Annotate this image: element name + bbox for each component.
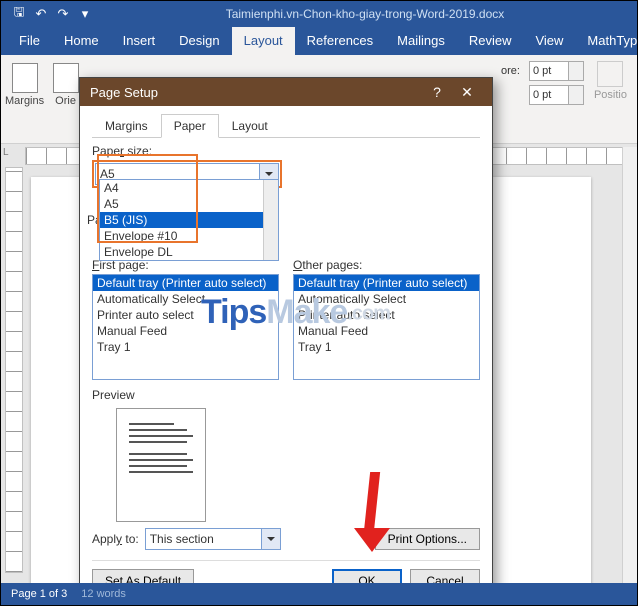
tab-review[interactable]: Review xyxy=(457,27,524,55)
tab-mailings[interactable]: Mailings xyxy=(385,27,457,55)
list-item[interactable]: Default tray (Printer auto select) xyxy=(93,275,278,291)
tab-view[interactable]: View xyxy=(523,27,575,55)
vertical-scrollbar[interactable] xyxy=(622,147,637,583)
position-button[interactable]: Positio xyxy=(594,61,627,101)
position-icon xyxy=(597,61,623,87)
qat-dropdown-icon[interactable]: ▾ xyxy=(77,6,93,22)
preview-label: Preview xyxy=(92,388,480,402)
undo-icon[interactable]: ↶ xyxy=(33,6,49,22)
list-item[interactable]: Default tray (Printer auto select) xyxy=(294,275,479,291)
dropdown-option[interactable]: Envelope DL xyxy=(100,244,278,260)
help-icon[interactable]: ? xyxy=(422,84,452,100)
margins-label: Margins xyxy=(5,95,44,107)
print-options-button[interactable]: Print Options... xyxy=(375,528,480,550)
list-item[interactable]: Automatically Select xyxy=(294,291,479,307)
dialog-titlebar[interactable]: Page Setup ? ✕ xyxy=(80,78,492,106)
dropdown-option[interactable]: B5 (JIS) xyxy=(100,212,278,228)
tab-design[interactable]: Design xyxy=(167,27,231,55)
list-item[interactable]: Tray 1 xyxy=(294,339,479,355)
apply-to-combo[interactable]: This section xyxy=(145,528,281,550)
apply-to-value: This section xyxy=(150,532,214,546)
paper-size-dropdown[interactable]: A4 A5 B5 (JIS) Envelope #10 Envelope DL xyxy=(99,179,279,261)
before-label: ore: xyxy=(501,65,525,77)
spacing-after-field[interactable]: 0 pt xyxy=(529,85,584,105)
status-bar: Page 1 of 3 12 words xyxy=(1,583,637,605)
title-bar: 🖫 ↶ ↷ ▾ Taimienphi.vn-Chon-kho-giay-tron… xyxy=(1,1,637,27)
document-title: Taimienphi.vn-Chon-kho-giay-trong-Word-2… xyxy=(93,7,637,21)
tab-file[interactable]: File xyxy=(7,27,52,55)
position-label: Positio xyxy=(594,89,627,101)
list-item[interactable]: Printer auto select xyxy=(294,307,479,323)
list-item[interactable]: Automatically Select xyxy=(93,291,278,307)
vertical-ruler[interactable] xyxy=(5,167,23,573)
dropdown-scrollbar[interactable] xyxy=(263,180,278,260)
tab-references[interactable]: References xyxy=(295,27,385,55)
dialog-tab-layout[interactable]: Layout xyxy=(219,114,281,138)
dialog-title: Page Setup xyxy=(90,85,158,100)
spacing-before-field[interactable]: 0 pt xyxy=(529,61,584,81)
dropdown-option[interactable]: Envelope #10 xyxy=(100,228,278,244)
list-item[interactable]: Printer auto select xyxy=(93,307,278,323)
list-item[interactable]: Manual Feed xyxy=(294,323,479,339)
close-icon[interactable]: ✕ xyxy=(452,84,482,101)
chevron-down-icon[interactable] xyxy=(261,529,280,549)
tab-insert[interactable]: Insert xyxy=(111,27,168,55)
paper-size-label: Paper size: xyxy=(92,144,480,158)
list-item[interactable]: Manual Feed xyxy=(93,323,278,339)
l-corner-marker: L xyxy=(3,147,9,158)
tab-layout[interactable]: Layout xyxy=(232,27,295,55)
dialog-tab-margins[interactable]: Margins xyxy=(92,114,161,138)
dialog-tabs: Margins Paper Layout xyxy=(92,114,480,138)
first-page-list[interactable]: Default tray (Printer auto select) Autom… xyxy=(92,274,279,380)
dropdown-option[interactable]: A4 xyxy=(100,180,278,196)
save-icon[interactable]: 🖫 xyxy=(11,6,27,22)
margins-icon xyxy=(12,63,38,93)
dropdown-option[interactable]: A5 xyxy=(100,196,278,212)
orientation-label: Orie xyxy=(55,95,76,107)
other-pages-list[interactable]: Default tray (Printer auto select) Autom… xyxy=(293,274,480,380)
tab-mathtype[interactable]: MathType xyxy=(575,27,638,55)
list-item[interactable]: Tray 1 xyxy=(93,339,278,355)
page-setup-dialog: Page Setup ? ✕ Margins Paper Layout Pape… xyxy=(79,77,493,604)
preview-page xyxy=(116,408,206,522)
orientation-icon xyxy=(53,63,79,93)
tab-home[interactable]: Home xyxy=(52,27,111,55)
ribbon-tabs: File Home Insert Design Layout Reference… xyxy=(1,27,637,55)
dialog-tab-paper[interactable]: Paper xyxy=(161,114,219,138)
page-indicator[interactable]: Page 1 of 3 xyxy=(11,588,67,600)
word-count[interactable]: 12 words xyxy=(81,588,126,600)
redo-icon[interactable]: ↷ xyxy=(55,6,71,22)
apply-to-label: Apply to: xyxy=(92,532,139,546)
margins-button[interactable]: Margins xyxy=(5,63,44,107)
other-pages-label: Other pages: xyxy=(293,258,480,272)
